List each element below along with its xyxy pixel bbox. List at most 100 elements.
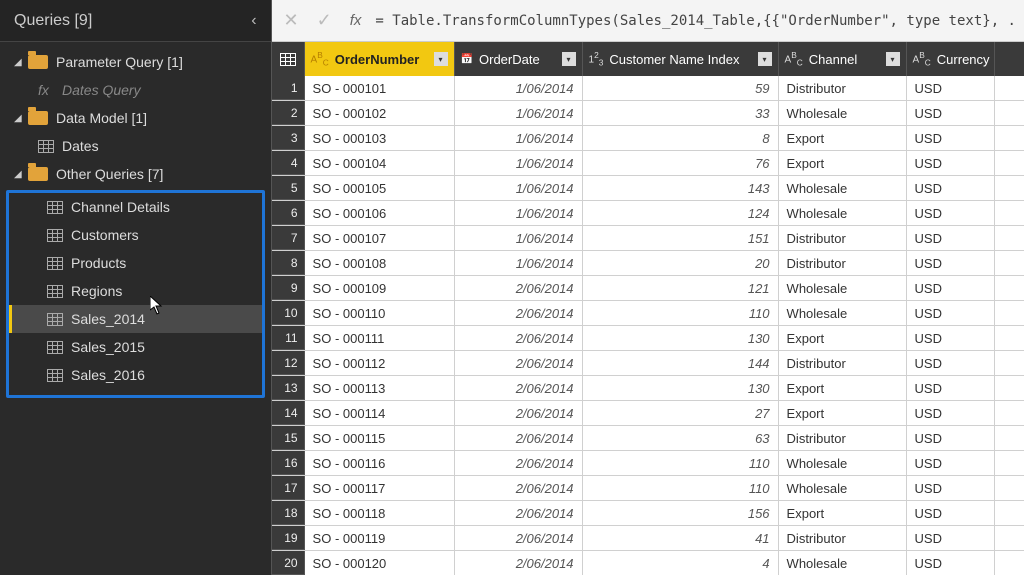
column-filter-icon[interactable]: ▾	[562, 52, 576, 66]
grid-body[interactable]: 1SO - 0001011/06/201459DistributorUSD2SO…	[272, 76, 1024, 575]
folder-parameter-query[interactable]: ◢ Parameter Query [1]	[0, 48, 271, 76]
cell-currency[interactable]: USD	[907, 276, 995, 300]
column-filter-icon[interactable]: ▾	[886, 52, 900, 66]
cell-currency[interactable]: USD	[907, 301, 995, 325]
cell-customer-index[interactable]: 156	[583, 501, 779, 525]
column-header-channel[interactable]: ABC Channel ▾	[779, 42, 907, 76]
formula-text[interactable]: = Table.TransformColumnTypes(Sales_2014_…	[375, 13, 1016, 29]
cell-customer-index[interactable]: 130	[583, 376, 779, 400]
table-row[interactable]: 8SO - 0001081/06/201420DistributorUSD	[272, 251, 1024, 276]
cell-channel[interactable]: Wholesale	[779, 101, 907, 125]
cell-channel[interactable]: Wholesale	[779, 476, 907, 500]
cell-currency[interactable]: USD	[907, 101, 995, 125]
query-sales-2015[interactable]: Sales_2015	[9, 333, 262, 361]
row-number-header[interactable]	[272, 42, 305, 76]
cell-customer-index[interactable]: 110	[583, 301, 779, 325]
cell-currency[interactable]: USD	[907, 176, 995, 200]
cell-customer-index[interactable]: 76	[583, 151, 779, 175]
cell-orderdate[interactable]: 2/06/2014	[455, 501, 583, 525]
cell-currency[interactable]: USD	[907, 551, 995, 575]
cell-customer-index[interactable]: 110	[583, 476, 779, 500]
cell-customer-index[interactable]: 33	[583, 101, 779, 125]
query-customers[interactable]: Customers	[9, 221, 262, 249]
table-row[interactable]: 3SO - 0001031/06/20148ExportUSD	[272, 126, 1024, 151]
cell-orderdate[interactable]: 2/06/2014	[455, 276, 583, 300]
table-row[interactable]: 14SO - 0001142/06/201427ExportUSD	[272, 401, 1024, 426]
cell-customer-index[interactable]: 20	[583, 251, 779, 275]
cell-ordernumber[interactable]: SO - 000115	[305, 426, 455, 450]
cell-orderdate[interactable]: 2/06/2014	[455, 401, 583, 425]
cell-customer-index[interactable]: 121	[583, 276, 779, 300]
cell-customer-index[interactable]: 59	[583, 76, 779, 100]
cell-orderdate[interactable]: 2/06/2014	[455, 351, 583, 375]
cell-customer-index[interactable]: 110	[583, 451, 779, 475]
query-channel-details[interactable]: Channel Details	[9, 193, 262, 221]
column-header-customer-name-index[interactable]: 123 Customer Name Index ▾	[583, 42, 779, 76]
column-header-ordernumber[interactable]: ABC OrderNumber ▾	[305, 42, 455, 76]
cell-channel[interactable]: Distributor	[779, 426, 907, 450]
cell-orderdate[interactable]: 1/06/2014	[455, 151, 583, 175]
table-row[interactable]: 6SO - 0001061/06/2014124WholesaleUSD	[272, 201, 1024, 226]
table-row[interactable]: 11SO - 0001112/06/2014130ExportUSD	[272, 326, 1024, 351]
table-row[interactable]: 19SO - 0001192/06/201441DistributorUSD	[272, 526, 1024, 551]
cell-customer-index[interactable]: 144	[583, 351, 779, 375]
cell-customer-index[interactable]: 143	[583, 176, 779, 200]
column-header-currency[interactable]: ABC Currency	[907, 42, 995, 76]
cell-ordernumber[interactable]: SO - 000119	[305, 526, 455, 550]
cell-channel[interactable]: Wholesale	[779, 451, 907, 475]
cell-currency[interactable]: USD	[907, 226, 995, 250]
cell-currency[interactable]: USD	[907, 476, 995, 500]
cell-orderdate[interactable]: 2/06/2014	[455, 301, 583, 325]
cell-channel[interactable]: Wholesale	[779, 201, 907, 225]
confirm-formula-icon[interactable]: ✓	[313, 10, 336, 31]
cell-channel[interactable]: Distributor	[779, 526, 907, 550]
cell-customer-index[interactable]: 130	[583, 326, 779, 350]
cell-channel[interactable]: Wholesale	[779, 301, 907, 325]
cell-ordernumber[interactable]: SO - 000113	[305, 376, 455, 400]
cell-channel[interactable]: Distributor	[779, 76, 907, 100]
column-filter-icon[interactable]: ▾	[758, 52, 772, 66]
cell-orderdate[interactable]: 1/06/2014	[455, 126, 583, 150]
table-row[interactable]: 15SO - 0001152/06/201463DistributorUSD	[272, 426, 1024, 451]
cell-customer-index[interactable]: 63	[583, 426, 779, 450]
query-sales-2014[interactable]: Sales_2014	[9, 305, 262, 333]
column-filter-icon[interactable]: ▾	[434, 52, 448, 66]
cell-ordernumber[interactable]: SO - 000110	[305, 301, 455, 325]
cell-ordernumber[interactable]: SO - 000116	[305, 451, 455, 475]
cell-ordernumber[interactable]: SO - 000101	[305, 76, 455, 100]
cell-customer-index[interactable]: 8	[583, 126, 779, 150]
folder-data-model[interactable]: ◢ Data Model [1]	[0, 104, 271, 132]
query-dates-query[interactable]: fx Dates Query	[0, 76, 271, 104]
table-row[interactable]: 10SO - 0001102/06/2014110WholesaleUSD	[272, 301, 1024, 326]
cell-channel[interactable]: Export	[779, 501, 907, 525]
cell-currency[interactable]: USD	[907, 526, 995, 550]
cell-orderdate[interactable]: 1/06/2014	[455, 201, 583, 225]
cell-orderdate[interactable]: 1/06/2014	[455, 226, 583, 250]
table-row[interactable]: 1SO - 0001011/06/201459DistributorUSD	[272, 76, 1024, 101]
cell-orderdate[interactable]: 2/06/2014	[455, 451, 583, 475]
table-row[interactable]: 2SO - 0001021/06/201433WholesaleUSD	[272, 101, 1024, 126]
cell-orderdate[interactable]: 2/06/2014	[455, 551, 583, 575]
cell-ordernumber[interactable]: SO - 000117	[305, 476, 455, 500]
cell-currency[interactable]: USD	[907, 251, 995, 275]
cell-customer-index[interactable]: 41	[583, 526, 779, 550]
cell-orderdate[interactable]: 1/06/2014	[455, 76, 583, 100]
cancel-formula-icon[interactable]: ✕	[280, 10, 303, 31]
query-sales-2016[interactable]: Sales_2016	[9, 361, 262, 389]
cell-currency[interactable]: USD	[907, 501, 995, 525]
cell-orderdate[interactable]: 1/06/2014	[455, 101, 583, 125]
cell-channel[interactable]: Export	[779, 376, 907, 400]
cell-currency[interactable]: USD	[907, 401, 995, 425]
table-row[interactable]: 13SO - 0001132/06/2014130ExportUSD	[272, 376, 1024, 401]
cell-ordernumber[interactable]: SO - 000107	[305, 226, 455, 250]
cell-orderdate[interactable]: 2/06/2014	[455, 526, 583, 550]
cell-ordernumber[interactable]: SO - 000102	[305, 101, 455, 125]
cell-channel[interactable]: Distributor	[779, 251, 907, 275]
cell-orderdate[interactable]: 1/06/2014	[455, 176, 583, 200]
table-row[interactable]: 5SO - 0001051/06/2014143WholesaleUSD	[272, 176, 1024, 201]
folder-other-queries[interactable]: ◢ Other Queries [7]	[0, 160, 271, 188]
cell-ordernumber[interactable]: SO - 000104	[305, 151, 455, 175]
table-row[interactable]: 20SO - 0001202/06/20144WholesaleUSD	[272, 551, 1024, 575]
cell-currency[interactable]: USD	[907, 326, 995, 350]
query-regions[interactable]: Regions	[9, 277, 262, 305]
